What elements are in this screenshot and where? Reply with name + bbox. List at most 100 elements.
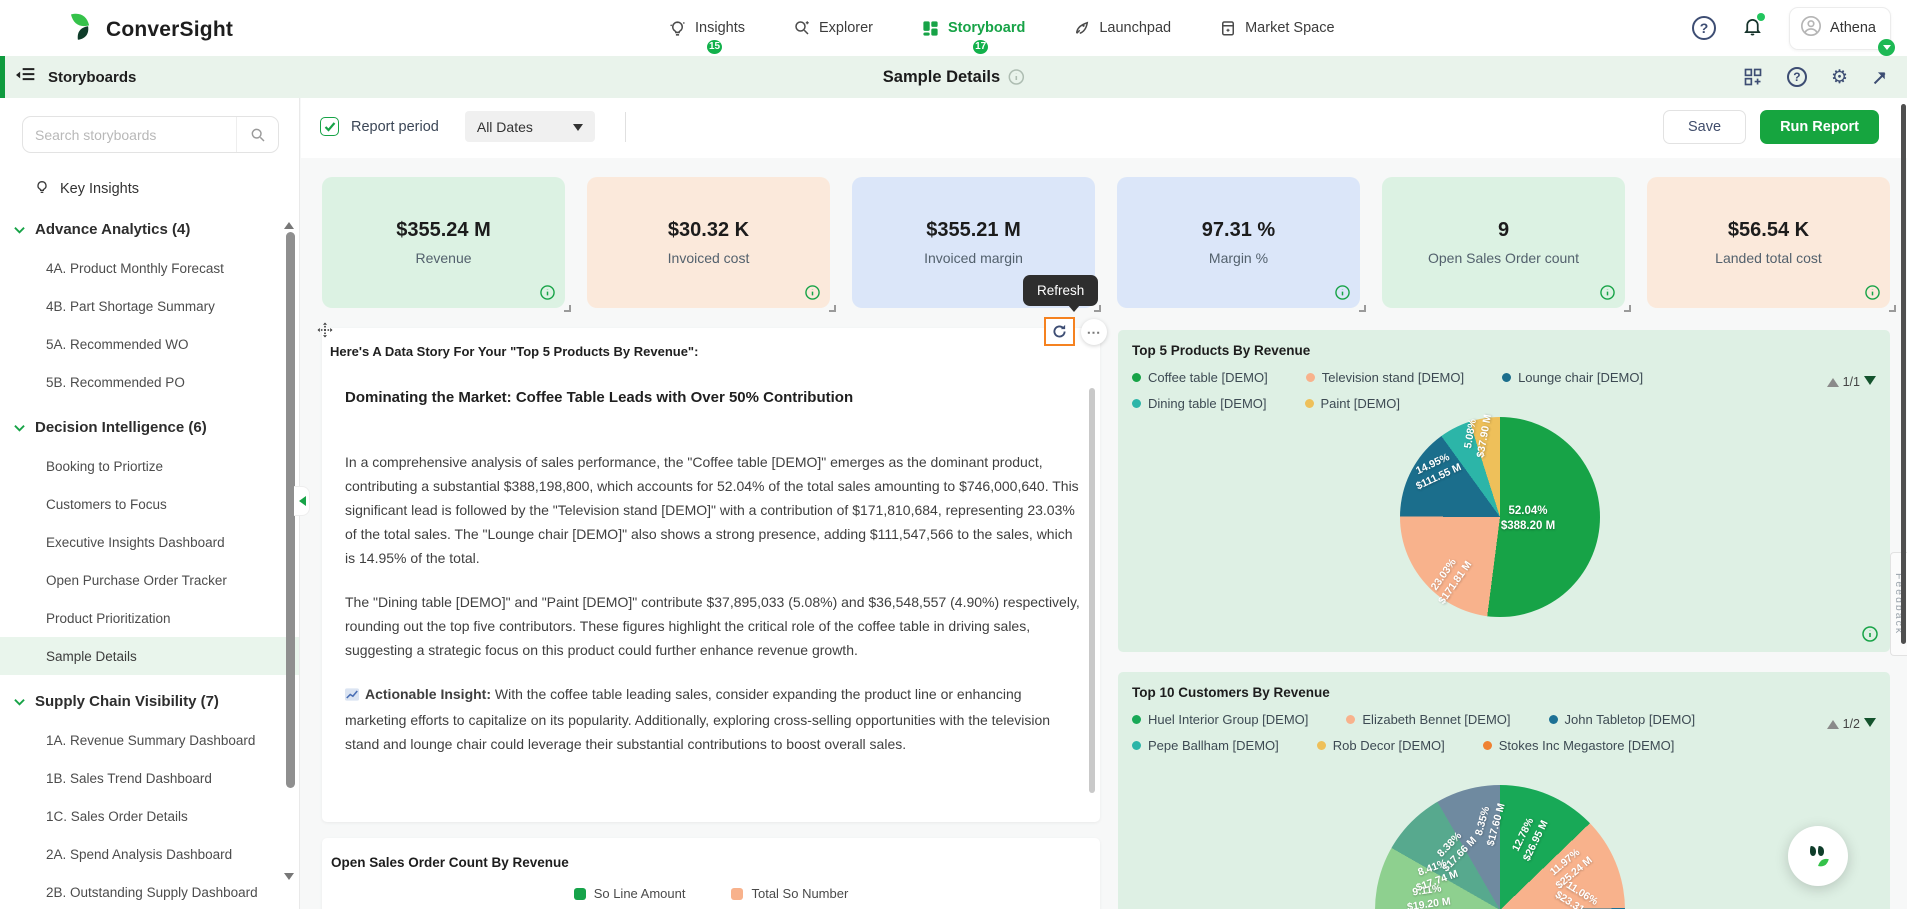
user-menu[interactable]: Athena xyxy=(1789,6,1895,56)
notifications-bell-icon[interactable] xyxy=(1742,12,1766,42)
chart-legend: Coffee table [DEMO] Television stand [DE… xyxy=(1132,370,1800,411)
sidebar-item-booking-to-priortize[interactable]: Booking to Priortize xyxy=(0,447,299,485)
legend-pagination: 1/1 xyxy=(1826,372,1876,391)
info-icon[interactable] xyxy=(1862,626,1878,642)
legend-page-up-icon[interactable] xyxy=(1826,714,1839,729)
chart-legend: So Line Amount Total So Number xyxy=(322,886,1100,901)
brand-logo[interactable]: ConverSight xyxy=(64,10,233,49)
sidebar-item-recommended-wo[interactable]: 5A. Recommended WO xyxy=(0,325,299,363)
kpi-card-margin-pct: 97.31 % Margin % xyxy=(1117,177,1366,312)
legend-item[interactable]: So Line Amount xyxy=(573,886,685,901)
info-icon[interactable] xyxy=(1335,285,1350,300)
page-title-info-icon[interactable] xyxy=(1008,69,1024,85)
legend-item[interactable]: Pepe Ballham [DEMO] xyxy=(1132,738,1279,753)
sidebar-item-revenue-summary-dashboard[interactable]: 1A. Revenue Summary Dashboard xyxy=(0,721,299,759)
widget-gallery-icon[interactable] xyxy=(1743,67,1763,87)
story-scrollbar[interactable] xyxy=(1089,388,1095,793)
sidebar-item-key-insights[interactable]: Key Insights xyxy=(0,159,299,203)
sidebar-item-product-prioritization[interactable]: Product Prioritization xyxy=(0,599,299,637)
legend-item[interactable]: Elizabeth Bennet [DEMO] xyxy=(1346,712,1511,727)
more-options-icon[interactable]: ⋯ xyxy=(1081,319,1107,345)
legend-item[interactable]: Lounge chair [DEMO] xyxy=(1502,370,1643,385)
legend-square xyxy=(731,887,744,900)
resize-corner[interactable] xyxy=(1359,305,1366,312)
legend-item[interactable]: Huel Interior Group [DEMO] xyxy=(1132,712,1308,727)
legend-item[interactable]: Coffee table [DEMO] xyxy=(1132,370,1268,385)
search-input[interactable] xyxy=(23,126,236,143)
sidebar-item-outstanding-supply-dashboard[interactable]: 2B. Outstanding Supply Dashboard xyxy=(0,873,299,909)
page-scrollbar[interactable] xyxy=(1901,104,1906,644)
legend-pagination: 1/2 xyxy=(1826,714,1876,733)
info-icon[interactable] xyxy=(540,285,555,300)
page-help-icon[interactable]: ? xyxy=(1786,67,1807,87)
legend-page-down-icon[interactable] xyxy=(1864,718,1876,733)
chart-legend: Huel Interior Group [DEMO] Elizabeth Ben… xyxy=(1132,712,1800,753)
sidebar-collapse-toggle[interactable] xyxy=(294,486,310,516)
resize-corner[interactable] xyxy=(829,305,836,312)
data-story-paragraph-1: In a comprehensive analysis of sales per… xyxy=(345,454,1079,566)
subheader-accent xyxy=(0,56,5,98)
sidebar-item-open-purchase-order-tracker[interactable]: Open Purchase Order Tracker xyxy=(0,561,299,599)
help-icon[interactable]: ? xyxy=(1692,16,1717,40)
sidebar-item-sales-trend-dashboard[interactable]: 1B. Sales Trend Dashboard xyxy=(0,759,299,797)
sidebar-item-sample-details[interactable]: Sample Details xyxy=(0,637,299,675)
nav-market-space[interactable]: Market Space xyxy=(1219,19,1335,37)
data-story-title: Here's A Data Story For Your "Top 5 Prod… xyxy=(330,344,699,359)
fullscreen-expand-icon[interactable] xyxy=(1872,69,1889,86)
chevron-down-icon xyxy=(14,221,25,238)
legend-page-up-icon[interactable] xyxy=(1826,372,1839,387)
storyboards-panel-icon[interactable] xyxy=(16,67,36,88)
top10-customers-pie-chart[interactable] xyxy=(1375,785,1625,909)
data-story-headline: Dominating the Market: Coffee Table Lead… xyxy=(345,389,854,406)
sidebar-item-customers-to-focus[interactable]: Customers to Focus xyxy=(0,485,299,523)
settings-gear-icon[interactable]: ⚙ xyxy=(1831,68,1848,87)
nav-insights[interactable]: Insights 15 xyxy=(668,19,745,56)
info-icon[interactable] xyxy=(1865,285,1880,300)
search-icon[interactable] xyxy=(236,117,278,152)
run-report-button[interactable]: Run Report xyxy=(1760,110,1879,144)
resize-corner[interactable] xyxy=(1889,305,1896,312)
nav-storyboard[interactable]: Storyboard 17 xyxy=(921,19,1025,56)
athena-chat-fab[interactable] xyxy=(1788,826,1848,886)
info-icon[interactable] xyxy=(1600,285,1615,300)
sidebar-scroll-down-icon[interactable] xyxy=(284,873,294,885)
kpi-label: Invoiced margin xyxy=(924,250,1023,266)
sidebar-item-product-monthly-forecast[interactable]: 4A. Product Monthly Forecast xyxy=(0,249,299,287)
legend-item[interactable]: Stokes Inc Megastore [DEMO] xyxy=(1482,738,1674,753)
legend-item[interactable]: Paint [DEMO] xyxy=(1304,396,1400,411)
top5-products-pie-chart[interactable] xyxy=(1400,417,1600,617)
section-advance-analytics[interactable]: Advance Analytics (4) xyxy=(0,209,299,249)
sidebar-item-spend-analysis-dashboard[interactable]: 2A. Spend Analysis Dashboard xyxy=(0,835,299,873)
info-icon[interactable] xyxy=(805,285,820,300)
avatar-icon xyxy=(1800,15,1822,42)
page-title: Sample Details xyxy=(882,67,1001,86)
resize-corner[interactable] xyxy=(564,305,571,312)
nav-launchpad[interactable]: Launchpad xyxy=(1073,19,1171,37)
refresh-button[interactable] xyxy=(1044,317,1075,346)
save-button[interactable]: Save xyxy=(1663,110,1747,144)
sidebar-item-part-shortage-summary[interactable]: 4B. Part Shortage Summary xyxy=(0,287,299,325)
section-supply-chain-visibility[interactable]: Supply Chain Visibility (7) xyxy=(0,681,299,721)
chevron-down-icon xyxy=(14,693,25,710)
chart-title: Top 5 Products By Revenue xyxy=(1132,343,1311,358)
sidebar-item-executive-insights-dashboard[interactable]: Executive Insights Dashboard xyxy=(0,523,299,561)
section-decision-intelligence[interactable]: Decision Intelligence (6) xyxy=(0,407,299,447)
sidebar-item-sales-order-details[interactable]: 1C. Sales Order Details xyxy=(0,797,299,835)
resize-corner[interactable] xyxy=(1624,305,1631,312)
kpi-label: Landed total cost xyxy=(1715,250,1822,266)
nav-market-space-label: Market Space xyxy=(1245,20,1335,36)
legend-page-down-icon[interactable] xyxy=(1864,376,1876,391)
nav-explorer[interactable]: Explorer xyxy=(793,19,873,37)
sidebar-scroll-up-icon[interactable] xyxy=(284,217,294,229)
legend-item[interactable]: John Tabletop [DEMO] xyxy=(1548,712,1695,727)
legend-item[interactable]: Television stand [DEMO] xyxy=(1305,370,1464,385)
chart-title: Open Sales Order Count By Revenue xyxy=(331,855,569,870)
legend-item[interactable]: Rob Decor [DEMO] xyxy=(1316,738,1445,753)
legend-item[interactable]: Dining table [DEMO] xyxy=(1132,396,1267,411)
report-period-checkbox[interactable] xyxy=(320,117,339,136)
move-drag-handle-icon[interactable] xyxy=(317,322,333,343)
date-filter-dropdown[interactable]: All Dates xyxy=(464,111,595,142)
sidebar-item-recommended-po[interactable]: 5B. Recommended PO xyxy=(0,363,299,401)
legend-item[interactable]: Total So Number xyxy=(731,886,848,901)
resize-corner[interactable] xyxy=(1094,305,1101,312)
